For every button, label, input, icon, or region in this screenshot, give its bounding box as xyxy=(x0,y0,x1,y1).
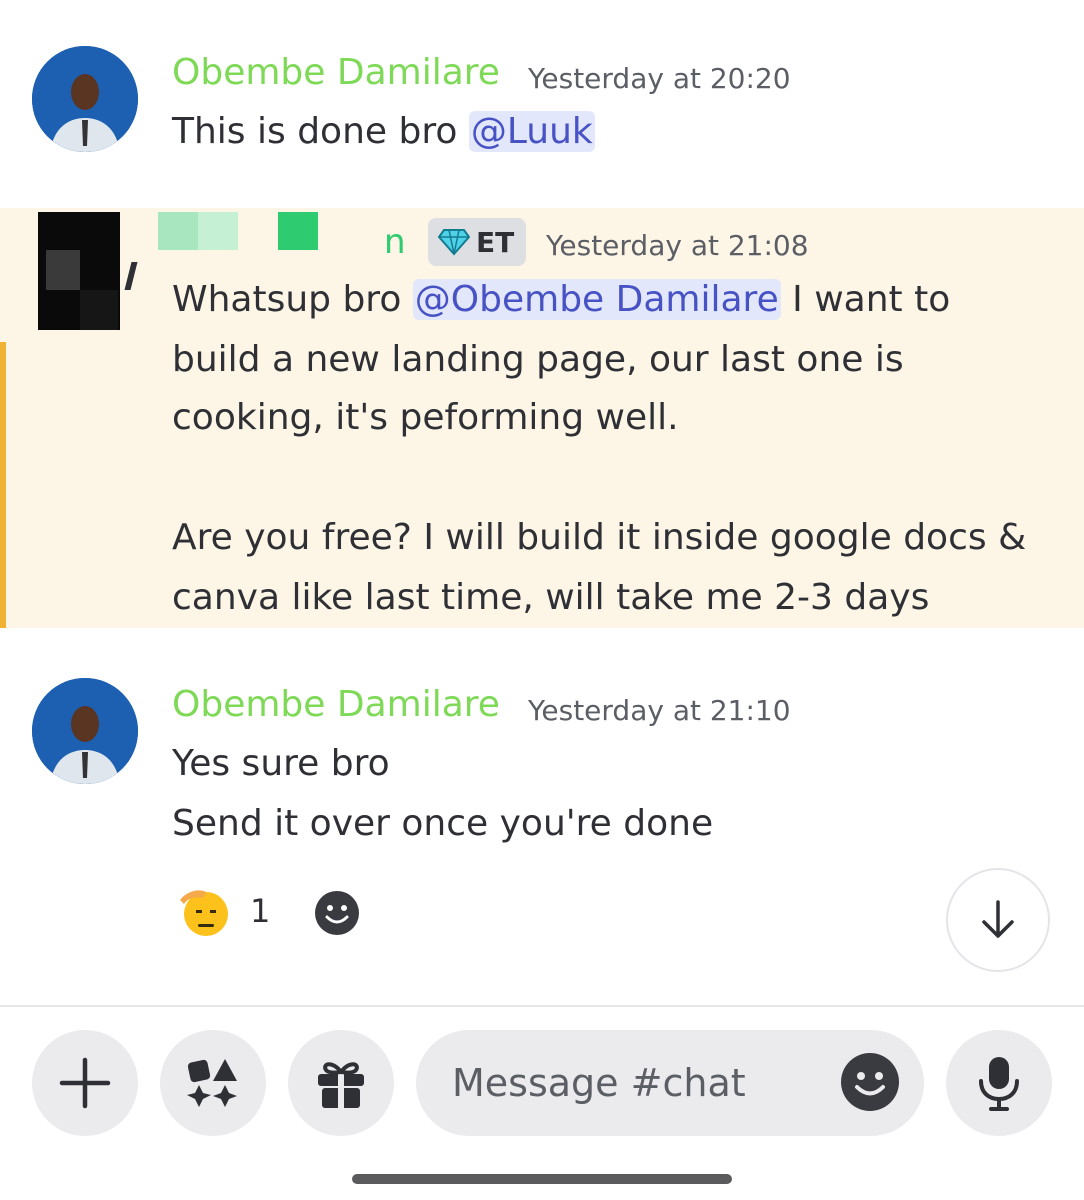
emoji-picker-button[interactable] xyxy=(840,1052,900,1112)
diamond-icon xyxy=(438,229,470,256)
role-badge-label: ET xyxy=(476,225,515,259)
composer-divider xyxy=(0,1005,1084,1007)
message-text: Are you free? I will build it inside goo… xyxy=(172,517,1027,558)
emoji-icon xyxy=(315,891,359,935)
saluting-face-icon xyxy=(180,890,228,936)
message-text: build a new landing page, our last one i… xyxy=(172,339,904,380)
redacted-username xyxy=(198,212,238,250)
message-text: cooking, it's peforming well. xyxy=(172,397,679,438)
username[interactable]: Obembe Damilare xyxy=(172,52,500,93)
username-partial[interactable]: n xyxy=(384,222,406,262)
gift-button[interactable] xyxy=(288,1030,394,1136)
message-text-segment: I want to xyxy=(780,279,951,320)
plus-icon xyxy=(59,1057,111,1109)
home-indicator[interactable] xyxy=(352,1174,732,1184)
message-text-segment: This is done bro xyxy=(172,111,469,152)
avatar[interactable] xyxy=(32,678,138,784)
jump-to-present-button[interactable] xyxy=(946,868,1050,972)
timestamp: Yesterday at 21:08 xyxy=(546,229,809,262)
user-mention[interactable]: @Obembe Damilare xyxy=(412,279,781,320)
message-composer xyxy=(416,1030,924,1136)
avatar[interactable] xyxy=(32,46,138,152)
reaction-pill[interactable]: 1 xyxy=(176,882,270,940)
avatar-image xyxy=(32,678,138,784)
microphone-icon xyxy=(979,1057,1019,1111)
message-text: Send it over once you're done xyxy=(172,803,714,844)
role-badge[interactable]: ET xyxy=(428,218,527,266)
add-reaction-button[interactable] xyxy=(314,890,360,936)
add-attachment-button[interactable] xyxy=(32,1030,138,1136)
timestamp: Yesterday at 21:10 xyxy=(528,694,791,727)
message-text: Yes sure bro xyxy=(172,743,390,784)
voice-message-button[interactable] xyxy=(946,1030,1052,1136)
user-mention[interactable]: @Luuk xyxy=(468,111,595,152)
timestamp: Yesterday at 20:20 xyxy=(528,62,791,95)
emoji-icon xyxy=(841,1053,899,1111)
arrow-down-icon xyxy=(982,900,1014,938)
message-input[interactable] xyxy=(450,1060,834,1106)
mention-highlight-bar xyxy=(0,342,6,628)
username[interactable]: Obembe Damilare xyxy=(172,684,500,725)
message-text: This is done bro @Luuk xyxy=(172,111,595,152)
redacted-username xyxy=(158,212,198,250)
gift-icon xyxy=(318,1062,364,1108)
redacted-username xyxy=(278,212,318,250)
reaction-count: 1 xyxy=(250,892,271,930)
message-text: Whatsup bro @Obembe Damilare I want to xyxy=(172,279,951,320)
message-text: canva like last time, will take me 2-3 d… xyxy=(172,577,930,618)
apps-button[interactable] xyxy=(160,1030,266,1136)
message-text-segment: Whatsup bro xyxy=(172,279,413,320)
apps-icon xyxy=(187,1059,237,1107)
avatar-image xyxy=(32,46,138,152)
redacted-avatar xyxy=(38,212,120,330)
